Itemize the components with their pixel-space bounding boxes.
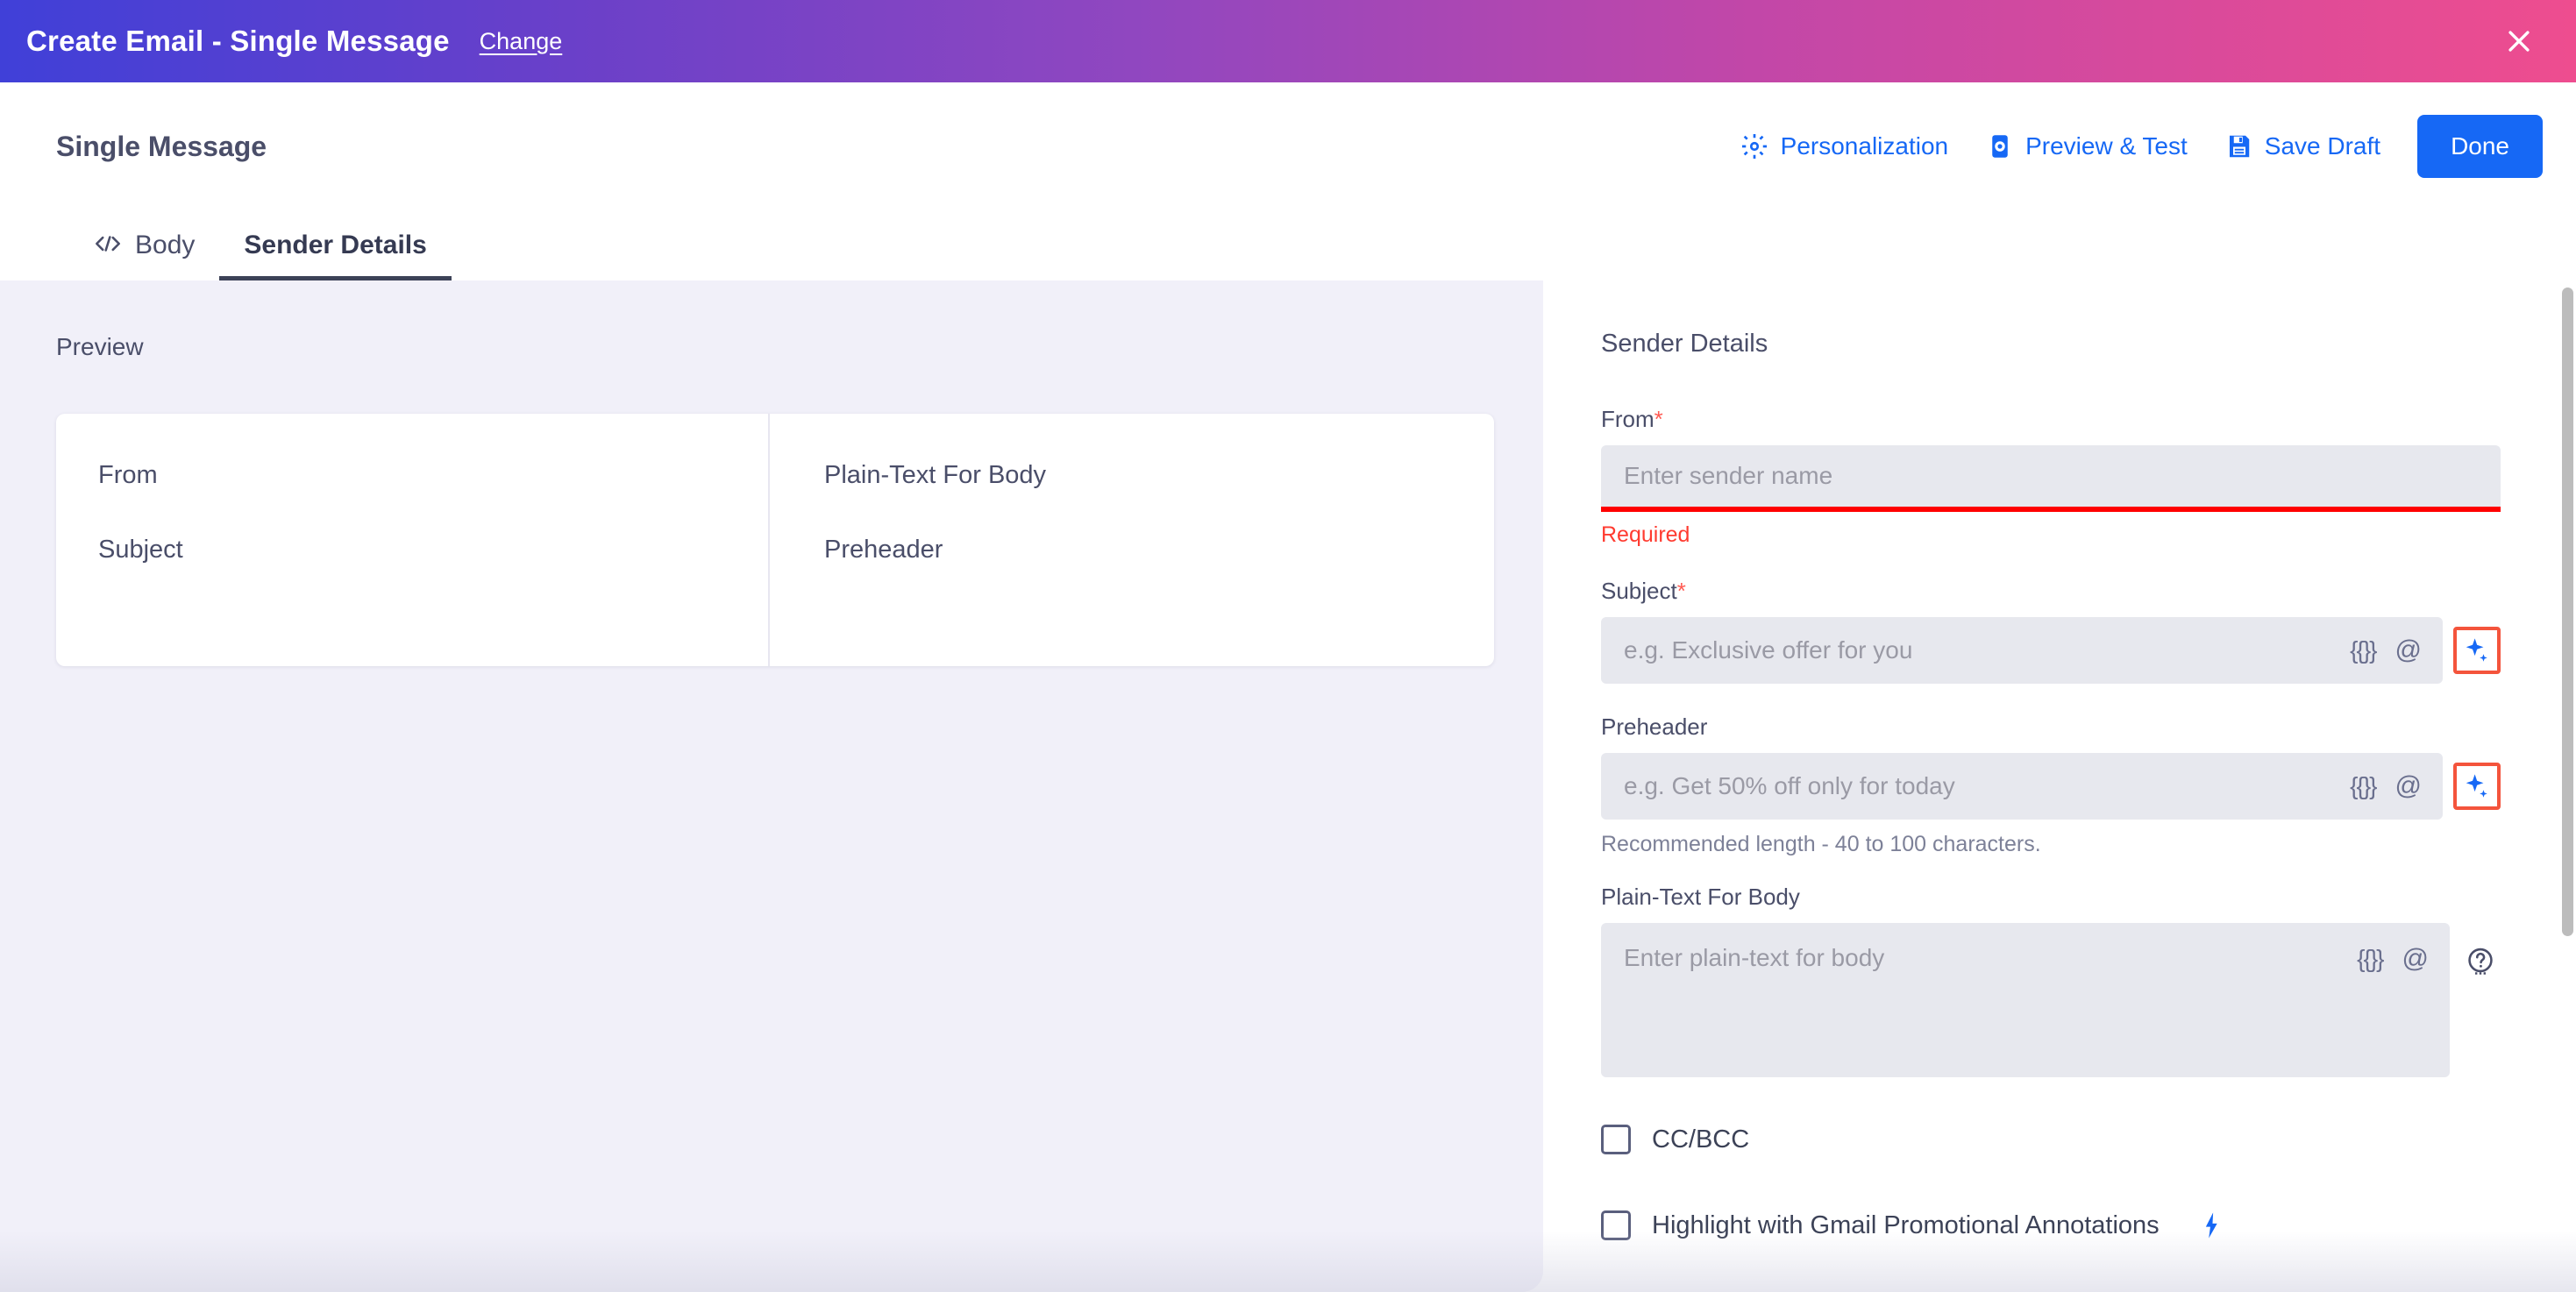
tab-body[interactable]: Body — [70, 231, 219, 280]
subject-input-wrapper: {{}} @ — [1601, 617, 2443, 684]
preview-pane: Preview From Subject Plain-Text For Body… — [0, 280, 1543, 1292]
sender-details-heading: Sender Details — [1601, 330, 1768, 358]
plain-text-body-field-group: Plain-Text For Body {{}} @ — [1601, 884, 2501, 1077]
editor-content: Preview From Subject Plain-Text For Body… — [0, 280, 2576, 1292]
mobile-preview-icon — [1987, 133, 2013, 160]
plain-text-body-label: Plain-Text For Body — [1601, 884, 1800, 910]
preview-card-right-column: Plain-Text For Body Preheader — [768, 414, 1494, 666]
preview-row-preheader: Preheader — [824, 536, 943, 564]
sender-details-pane: Sender Details From* Required — [1543, 280, 2576, 1292]
preview-heading: Preview — [56, 333, 144, 360]
subject-field-group: Subject* {{}} @ — [1601, 578, 2501, 684]
ai-sparkle-icon[interactable] — [2453, 627, 2501, 674]
plain-text-body-textarea[interactable] — [1601, 923, 2358, 1028]
preheader-field-group: Preheader {{}} @ — [1601, 713, 2501, 857]
tab-sender-details-label: Sender Details — [244, 231, 427, 259]
preview-test-button[interactable]: Preview & Test — [1968, 132, 2207, 160]
editor-toolbar: Single Message Personalization Preview &… — [0, 82, 2576, 210]
save-draft-label: Save Draft — [2264, 132, 2381, 160]
preview-card-left-column: From Subject — [56, 414, 768, 666]
subject-label: Subject* — [1601, 578, 1686, 604]
tab-body-label: Body — [135, 231, 196, 259]
preview-test-label: Preview & Test — [2025, 132, 2188, 160]
gmail-annotations-checkbox-row[interactable]: Highlight with Gmail Promotional Annotat… — [1601, 1210, 2501, 1240]
toolbar-actions: Personalization Preview & Test Save Draf… — [1721, 115, 2543, 178]
from-input[interactable] — [1601, 445, 2501, 507]
preheader-inline-icons: {{}} @ — [2350, 771, 2443, 801]
done-button[interactable]: Done — [2417, 115, 2543, 178]
at-mention-icon[interactable]: @ — [2395, 635, 2422, 665]
from-error-message: Required — [1601, 522, 1690, 547]
merge-tag-icon[interactable]: {{}} — [2357, 945, 2384, 973]
editor-tabs: Body Sender Details — [0, 210, 2576, 280]
page-title: Single Message — [56, 130, 267, 162]
preheader-input[interactable] — [1601, 753, 2351, 820]
preheader-input-wrapper: {{}} @ — [1601, 753, 2443, 820]
from-field-group: From* Required — [1601, 406, 2501, 548]
cc-bcc-checkbox-row[interactable]: CC/BCC — [1601, 1125, 2501, 1154]
email-editor-window: Create Email - Single Message Change Sin… — [0, 0, 2576, 1292]
plain-text-body-inline-icons: {{}} @ — [2357, 923, 2450, 974]
personalization-label: Personalization — [1780, 132, 1949, 160]
preview-card: From Subject Plain-Text For Body Prehead… — [56, 414, 1494, 666]
merge-tag-icon[interactable]: {{}} — [2350, 772, 2377, 800]
help-question-icon[interactable] — [2460, 946, 2501, 990]
from-input-wrapper — [1601, 445, 2501, 512]
save-draft-button[interactable]: Save Draft — [2207, 132, 2400, 160]
preheader-hint: Recommended length - 40 to 100 character… — [1601, 832, 2041, 856]
required-marker: * — [1654, 406, 1663, 432]
ai-sparkle-icon[interactable] — [2453, 763, 2501, 810]
change-link[interactable]: Change — [480, 28, 563, 55]
cc-bcc-label: CC/BCC — [1652, 1125, 1750, 1154]
preview-row-subject: Subject — [98, 536, 183, 564]
lightning-bolt-icon — [2200, 1211, 2223, 1239]
preview-row-plain-text-body: Plain-Text For Body — [824, 461, 1047, 489]
plain-text-body-wrapper: {{}} @ — [1601, 923, 2450, 1077]
gmail-annotations-checkbox[interactable] — [1601, 1210, 1631, 1240]
from-label: From* — [1601, 406, 1663, 432]
at-mention-icon[interactable]: @ — [2395, 771, 2422, 801]
merge-tag-icon[interactable]: {{}} — [2350, 636, 2377, 664]
preview-row-from: From — [98, 461, 158, 489]
window-titlebar: Create Email - Single Message Change — [0, 0, 2576, 82]
sender-details-form: Sender Details From* Required — [1543, 280, 2576, 1240]
tab-sender-details[interactable]: Sender Details — [219, 231, 452, 280]
cc-bcc-checkbox[interactable] — [1601, 1125, 1631, 1154]
gear-icon — [1740, 132, 1768, 160]
gmail-annotations-label: Highlight with Gmail Promotional Annotat… — [1652, 1210, 2160, 1239]
window-title: Create Email - Single Message — [26, 25, 450, 57]
required-marker: * — [1676, 578, 1686, 604]
scrollbar-thumb[interactable] — [2562, 288, 2573, 936]
subject-inline-icons: {{}} @ — [2350, 635, 2443, 665]
preheader-label: Preheader — [1601, 713, 1708, 740]
at-mention-icon[interactable]: @ — [2402, 944, 2429, 974]
code-icon — [95, 231, 121, 260]
close-icon[interactable] — [2499, 21, 2539, 61]
personalization-button[interactable]: Personalization — [1721, 132, 1968, 160]
save-disk-icon — [2226, 133, 2252, 160]
subject-input[interactable] — [1601, 617, 2351, 684]
